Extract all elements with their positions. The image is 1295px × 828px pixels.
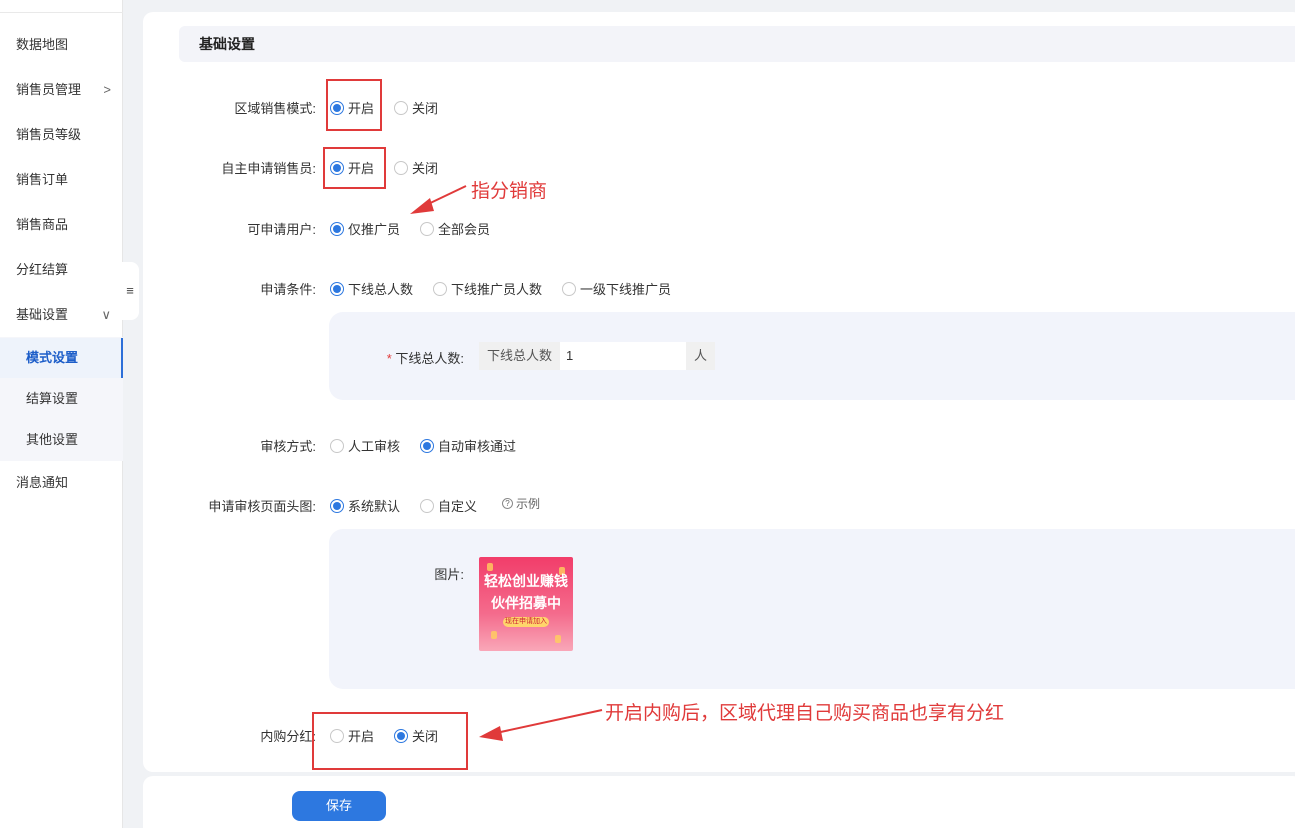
arrow-head [479,726,503,741]
annotation-arrows [410,185,603,741]
arrow-line [495,709,603,734]
arrow-head [410,198,434,214]
